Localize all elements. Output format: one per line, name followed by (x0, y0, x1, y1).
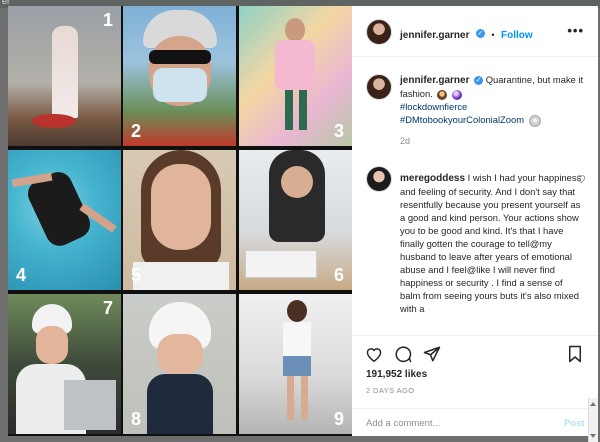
tile-number: 8 (131, 409, 142, 429)
post-caption: jennifer.garner ✓ Quarantine, but make i… (400, 73, 588, 127)
follow-button[interactable]: Follow (501, 30, 533, 41)
tile-number: 4 (16, 265, 27, 285)
smile-emoji-icon (528, 114, 541, 127)
caption-timestamp: 2d (400, 136, 411, 146)
tile-number: 1 (102, 10, 113, 30)
crystal-ball-emoji-icon (452, 89, 463, 100)
collage-tile-3: 3 (239, 6, 352, 146)
author-username[interactable]: jennifer.garner (400, 30, 469, 41)
hashtag-link[interactable]: #DMtobookyourColonialZoom (400, 114, 524, 125)
post-comment-button[interactable]: Post (564, 418, 585, 429)
page-scrollbar[interactable] (588, 398, 598, 442)
add-comment-input[interactable]: Add a comment... (366, 418, 440, 429)
tile-number: 9 (333, 409, 344, 429)
post-action-bar (352, 335, 598, 372)
tile-number: 5 (131, 265, 142, 285)
collage-tile-9: 9 (239, 294, 352, 434)
collage-tile-4: 4 (8, 150, 121, 290)
collage-tile-8: 8 (123, 294, 236, 434)
likes-count[interactable]: 191,952 likes (366, 369, 427, 380)
caption-username[interactable]: jennifer.garner (400, 75, 469, 86)
tile-number: 6 (333, 265, 344, 285)
add-comment-bar: Add a comment... Post (352, 408, 598, 437)
tile-number: 7 (102, 298, 113, 318)
collage-tile-6: 6 (239, 150, 352, 290)
commenter-username[interactable]: meregoddess (400, 173, 465, 184)
author-avatar[interactable] (366, 19, 392, 45)
save-bookmark-icon[interactable] (567, 345, 583, 363)
scroll-down-arrow-icon[interactable] (590, 434, 596, 438)
post-photo-collage[interactable]: 1 2 3 4 5 6 7 8 9 (8, 6, 352, 436)
like-heart-icon[interactable] (365, 346, 383, 362)
tile-number: 3 (333, 121, 344, 141)
more-options-icon[interactable]: ••• (567, 23, 584, 38)
post-header: jennifer.garner ✓ • Follow ••• (352, 6, 598, 57)
comment-item: meregoddess I wish I had your happiness … (400, 171, 584, 333)
share-paper-plane-icon[interactable] (423, 345, 441, 363)
verified-badge-icon: ✓ (475, 29, 485, 39)
collage-tile-5: 5 (123, 150, 236, 290)
comment-bubble-icon[interactable] (394, 345, 412, 363)
like-comment-heart-icon[interactable] (576, 174, 586, 183)
caption-avatar[interactable] (366, 74, 392, 100)
collage-tile-2: 2 (123, 6, 236, 146)
commenter-avatar[interactable] (366, 166, 392, 192)
comment-text: I wish I had your happiness and feeling … (400, 172, 582, 314)
collage-tile-7: 7 (8, 294, 121, 434)
woman-emoji-icon (437, 89, 448, 100)
tile-number: 2 (131, 121, 142, 141)
post-side-panel: jennifer.garner ✓ • Follow ••• jennifer.… (352, 6, 598, 442)
post-date: 2 DAYS AGO (366, 386, 415, 395)
separator-dot: • (491, 30, 495, 40)
hashtag-link[interactable]: #lockdownfierce (400, 101, 467, 112)
verified-badge-icon: ✓ (474, 76, 484, 86)
scroll-up-arrow-icon[interactable] (590, 402, 596, 406)
collage-tile-1: 1 (8, 6, 121, 146)
